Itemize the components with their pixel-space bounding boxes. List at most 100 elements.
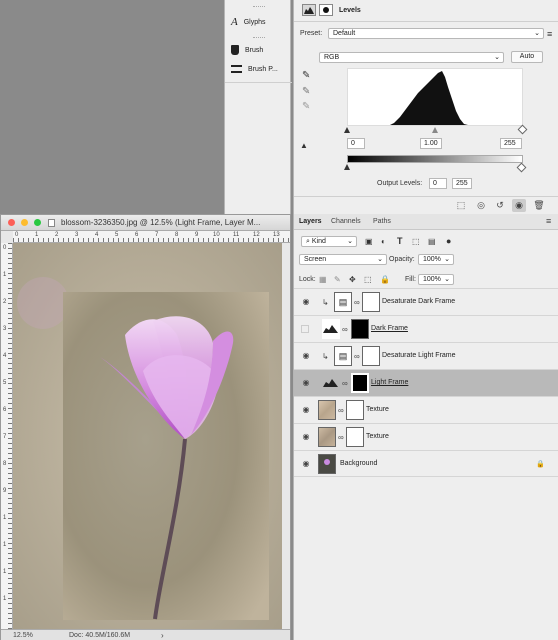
- document-title-bar[interactable]: blossom-3236350.jpg @ 12.5% (Light Frame…: [1, 215, 290, 231]
- output-black-handle[interactable]: [344, 164, 350, 170]
- document-icon: [48, 219, 55, 227]
- glyphs-item[interactable]: A Glyphs: [231, 16, 266, 28]
- tab-layers[interactable]: Layers: [299, 218, 322, 225]
- layer-name[interactable]: Desaturate Dark Frame: [382, 298, 455, 305]
- filter-pixel-icon[interactable]: ▣: [365, 237, 373, 246]
- output-white-field[interactable]: 255: [452, 178, 472, 189]
- ruler-label: 3: [3, 326, 7, 332]
- layer-name[interactable]: Desaturate Light Frame: [382, 352, 456, 359]
- mask-thumbnail[interactable]: [346, 427, 364, 447]
- eye-icon[interactable]: ◉: [301, 406, 311, 414]
- eye-off-icon[interactable]: [301, 325, 309, 333]
- layer-name[interactable]: Light Frame: [371, 379, 408, 386]
- lock-label: Lock:: [299, 276, 316, 283]
- layers-panel: Layers Channels Paths ≡ ⌕ Kind ⌄ ▣ ◐ T ⬚…: [293, 214, 558, 640]
- fill-field[interactable]: 100% ⌄: [418, 274, 454, 285]
- document-canvas[interactable]: [13, 243, 282, 629]
- eye-icon[interactable]: ◉: [301, 379, 311, 387]
- clipping-warning-icon[interactable]: ▲: [300, 141, 308, 150]
- black-input-handle[interactable]: [344, 127, 350, 133]
- mask-thumbnail[interactable]: [351, 319, 369, 339]
- panel-menu-icon[interactable]: ≡: [546, 216, 551, 226]
- layer-row[interactable]: ◉ ∞ Texture: [294, 396, 558, 423]
- zoom-level[interactable]: 12.5%: [13, 632, 33, 639]
- channel-select[interactable]: RGB ⌄: [319, 52, 504, 63]
- filter-smart-object-icon[interactable]: ▤: [428, 237, 436, 246]
- layer-row-selected[interactable]: ◉ ∞ Light Frame: [294, 369, 558, 396]
- blend-mode-select[interactable]: Screen ⌄: [299, 254, 387, 265]
- view-previous-state-icon[interactable]: ◎: [474, 199, 488, 212]
- white-point-eyedropper-icon[interactable]: ✎: [302, 101, 310, 112]
- brush-icon: [231, 45, 239, 55]
- link-icon[interactable]: ∞: [354, 298, 360, 307]
- vertical-ruler[interactable]: 0 1 2 3 4 5 6 7 8 9 1 1 1 1: [1, 243, 13, 629]
- link-icon[interactable]: ∞: [338, 433, 344, 442]
- white-input-handle[interactable]: [517, 124, 528, 135]
- filter-adjustment-icon[interactable]: ◐: [381, 237, 386, 246]
- layer-name[interactable]: Dark Frame: [371, 325, 408, 332]
- mask-thumbnail[interactable]: [362, 292, 380, 312]
- mask-thumbnail[interactable]: [362, 346, 380, 366]
- brush-presets-item[interactable]: Brush P...: [231, 65, 278, 73]
- layer-mask-icon[interactable]: [319, 4, 333, 16]
- layer-name[interactable]: Background: [340, 460, 377, 467]
- auto-button[interactable]: Auto: [511, 51, 543, 63]
- close-button[interactable]: [8, 219, 15, 226]
- input-white-field[interactable]: 255: [500, 138, 522, 149]
- link-icon[interactable]: ∞: [342, 325, 348, 334]
- zoom-button[interactable]: [34, 219, 41, 226]
- panel-grip[interactable]: [253, 37, 265, 38]
- link-icon[interactable]: ∞: [354, 352, 360, 361]
- preset-menu-icon[interactable]: ≡: [547, 29, 552, 39]
- brush-item[interactable]: Brush: [231, 45, 263, 55]
- output-black-field[interactable]: 0: [429, 178, 447, 189]
- layer-row[interactable]: ◉ ∞ Texture: [294, 423, 558, 450]
- layer-row[interactable]: ∞ Dark Frame: [294, 315, 558, 342]
- reset-icon[interactable]: ↺: [493, 199, 507, 212]
- eye-icon[interactable]: ◉: [301, 460, 311, 468]
- lock-artboard-icon[interactable]: ⬚: [364, 275, 372, 284]
- lock-position-icon[interactable]: ✥: [349, 275, 356, 284]
- chevron-down-icon: ⌄: [534, 30, 540, 37]
- chevron-right-icon[interactable]: ›: [161, 631, 164, 640]
- lock-all-icon[interactable]: 🔒: [380, 275, 390, 284]
- layer-row[interactable]: ◉ ↳ ▤ ∞ Desaturate Dark Frame: [294, 288, 558, 315]
- filter-toggle-icon[interactable]: ●: [446, 236, 451, 246]
- eye-icon[interactable]: ◉: [301, 352, 311, 360]
- black-point-eyedropper-icon[interactable]: ✎: [302, 70, 310, 81]
- lock-image-icon[interactable]: ✎: [334, 275, 341, 284]
- layer-row[interactable]: ◉ ↳ ▤ ∞ Desaturate Light Frame: [294, 342, 558, 369]
- output-white-handle[interactable]: [516, 162, 527, 173]
- filter-kind-select[interactable]: ⌕ Kind ⌄: [301, 236, 357, 247]
- tab-paths[interactable]: Paths: [373, 218, 391, 225]
- layer-name[interactable]: Texture: [366, 406, 389, 413]
- mask-thumbnail[interactable]: [351, 373, 369, 393]
- layer-name[interactable]: Texture: [366, 433, 389, 440]
- gamma-input-handle[interactable]: [432, 127, 438, 133]
- horizontal-ruler[interactable]: 0 1 2 3 4 5 6 7 8 9 10 11 12 13: [13, 231, 290, 243]
- input-gamma-field[interactable]: 1.00: [420, 138, 442, 149]
- trash-icon[interactable]: 🗑: [532, 199, 546, 212]
- document-size-info[interactable]: Doc: 40.5M/160.6M: [69, 632, 130, 639]
- eye-icon[interactable]: ◉: [301, 298, 311, 306]
- filter-shape-icon[interactable]: ⬚: [412, 237, 420, 246]
- mask-thumbnail[interactable]: [346, 400, 364, 420]
- filter-type-icon[interactable]: T: [397, 236, 403, 246]
- visibility-icon[interactable]: ◉: [512, 199, 526, 212]
- glyphs-icon: A: [231, 16, 238, 28]
- clip-to-layer-icon[interactable]: ⬚: [454, 199, 468, 212]
- levels-adjustment-icon[interactable]: [302, 4, 316, 16]
- lock-transparency-icon[interactable]: ▦: [319, 275, 327, 284]
- layer-row[interactable]: ◉ Background 🔒: [294, 450, 558, 477]
- link-icon[interactable]: ∞: [338, 406, 344, 415]
- panel-grip[interactable]: [253, 6, 265, 7]
- eye-icon[interactable]: ◉: [301, 433, 311, 441]
- tab-channels[interactable]: Channels: [331, 218, 361, 225]
- input-black-field[interactable]: 0: [347, 138, 365, 149]
- gray-point-eyedropper-icon[interactable]: ✎: [302, 86, 310, 97]
- preset-select[interactable]: Default ⌄: [328, 28, 544, 39]
- link-icon[interactable]: ∞: [342, 379, 348, 388]
- minimize-button[interactable]: [21, 219, 28, 226]
- opacity-field[interactable]: 100% ⌄: [418, 254, 454, 265]
- input-levels-slider[interactable]: [344, 124, 528, 136]
